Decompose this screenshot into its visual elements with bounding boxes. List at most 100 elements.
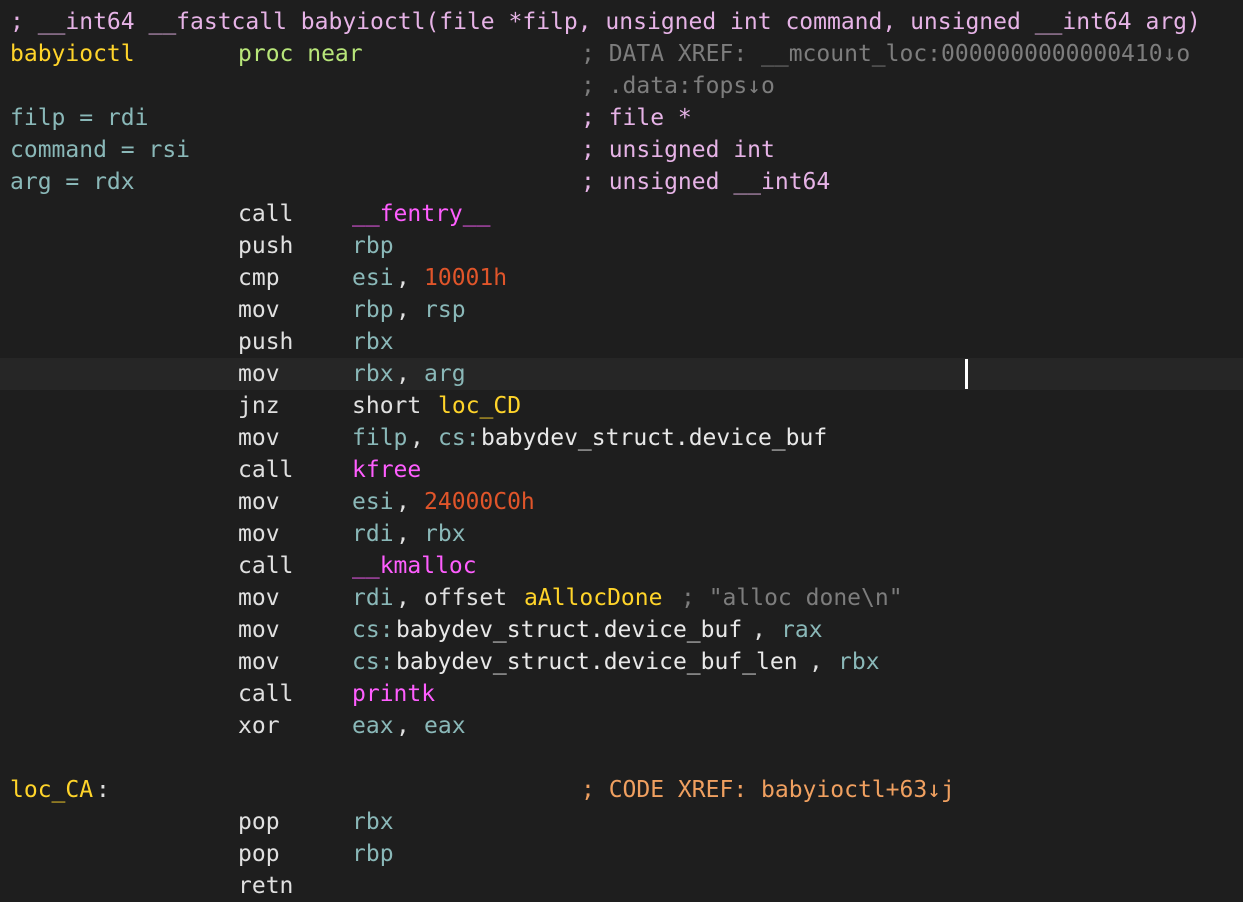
register-operand[interactable]: rsp — [424, 294, 466, 326]
listing-line[interactable]: xor eax, eax — [0, 710, 1243, 742]
listing-line[interactable]: call __kmalloc — [0, 550, 1243, 582]
listing-line[interactable]: arg = rdx ; unsigned __int64 — [0, 166, 1243, 198]
operand-separator: , — [396, 265, 424, 291]
instruction-mnemonic: mov — [238, 489, 280, 515]
register-operand[interactable]: rbx — [838, 646, 880, 678]
immediate-operand[interactable]: 24000C0h — [424, 486, 535, 518]
listing-line[interactable]: ; __int64 __fastcall babyioctl(file *fil… — [0, 6, 1243, 38]
blank-line[interactable] — [0, 742, 1243, 774]
listing-line[interactable]: command = rsi ; unsigned int — [0, 134, 1243, 166]
register-operand[interactable]: rbx — [352, 806, 394, 838]
listing-line[interactable]: mov rdi, offset aAllocDone ; "alloc done\n" — [0, 582, 1243, 614]
variable-operand[interactable]: filp — [352, 422, 407, 454]
xref-comment[interactable]: ; DATA XREF: __mcount_loc:00000000000004… — [581, 38, 1190, 70]
operand-separator: , — [396, 713, 424, 739]
register-operand[interactable]: rbx — [424, 518, 466, 550]
code-xref-comment[interactable]: ; CODE XREF: babyioctl+63↓j — [581, 774, 955, 806]
xref-comment[interactable]: ; .data:fops↓o — [581, 70, 775, 102]
call-target[interactable]: kfree — [352, 454, 421, 486]
register-operand[interactable]: rdi — [352, 518, 394, 550]
instruction-mnemonic: call — [238, 681, 294, 707]
listing-line[interactable]: ; .data:fops↓o — [0, 70, 1243, 102]
string-symbol-operand[interactable]: aAllocDone — [524, 582, 662, 614]
listing-line[interactable]: call printk — [0, 678, 1243, 710]
listing-line[interactable]: call __fentry__ — [0, 198, 1243, 230]
listing-line[interactable]: filp = rdi ; file * — [0, 102, 1243, 134]
instruction-mnemonic: xor — [238, 713, 280, 739]
register-operand[interactable]: rdi — [352, 582, 394, 614]
function-prototype-comment: ; __int64 __fastcall babyioctl(file *fil… — [10, 9, 1201, 35]
listing-line[interactable]: mov rdi, rbx — [0, 518, 1243, 550]
listing-line[interactable]: mov cs: babydev_struct.device_buf_len, rbx — [0, 646, 1243, 678]
type-comment: ; file * — [581, 105, 692, 131]
listing-line[interactable]: pop rbp — [0, 838, 1243, 870]
location-label[interactable]: loc_CA — [10, 774, 93, 806]
memory-operand[interactable]: babydev_struct.device_buf_len — [396, 646, 798, 678]
instruction-mnemonic: mov — [238, 297, 280, 323]
instruction-mnemonic: mov — [238, 425, 280, 451]
instruction-mnemonic: mov — [238, 585, 280, 611]
register-operand[interactable]: eax — [424, 710, 466, 742]
register-operand[interactable]: rbp — [352, 230, 394, 262]
function-name-label[interactable]: babyioctl — [10, 38, 135, 70]
listing-line[interactable]: mov cs: babydev_struct.device_buf, rax — [0, 614, 1243, 646]
operand-separator: , — [396, 521, 424, 547]
register-operand[interactable]: rax — [781, 614, 823, 646]
instruction-mnemonic: mov — [238, 521, 280, 547]
listing-line[interactable]: retn — [0, 870, 1243, 902]
instruction-mnemonic: call — [238, 457, 294, 483]
arg-var-definition[interactable]: filp = rdi — [10, 102, 148, 134]
register-operand[interactable]: rbx — [352, 326, 394, 358]
jump-target-label[interactable]: loc_CD — [438, 390, 521, 422]
listing-line[interactable]: mov esi, 24000C0h — [0, 486, 1243, 518]
listing-line[interactable]: mov rbx, arg — [0, 358, 1243, 390]
operand-separator: , — [752, 617, 780, 643]
disassembly-view[interactable]: ; __int64 __fastcall babyioctl(file *fil… — [0, 0, 1243, 902]
listing-line[interactable]: jnz short loc_CD — [0, 390, 1243, 422]
proc-directive: proc near — [238, 41, 363, 67]
listing-line[interactable]: mov rbp, rsp — [0, 294, 1243, 326]
listing-line[interactable]: cmp esi, 10001h — [0, 262, 1243, 294]
text-cursor — [965, 359, 968, 389]
operand-separator: , — [396, 361, 424, 387]
instruction-mnemonic: pop — [238, 809, 280, 835]
call-target[interactable]: printk — [352, 678, 435, 710]
call-target[interactable]: __fentry__ — [352, 198, 490, 230]
listing-line[interactable]: call kfree — [0, 454, 1243, 486]
instruction-mnemonic: mov — [238, 617, 280, 643]
arg-var-definition[interactable]: arg = rdx — [10, 166, 135, 198]
call-target[interactable]: __kmalloc — [352, 550, 477, 582]
operand-separator: , — [396, 585, 424, 611]
immediate-operand[interactable]: 10001h — [424, 262, 507, 294]
register-operand[interactable]: esi — [352, 262, 394, 294]
register-operand[interactable]: rbx — [352, 358, 394, 390]
type-comment: ; unsigned int — [581, 137, 775, 163]
instruction-mnemonic: call — [238, 553, 294, 579]
memory-operand[interactable]: babydev_struct.device_buf — [396, 614, 742, 646]
offset-keyword: offset — [424, 585, 508, 611]
memory-operand[interactable]: babydev_struct.device_buf — [481, 422, 827, 454]
register-operand[interactable]: rbp — [352, 294, 394, 326]
listing-line[interactable]: babyioctl proc near ; DATA XREF: __mcount_… — [0, 38, 1243, 70]
listing-line[interactable]: pop rbx — [0, 806, 1243, 838]
register-operand[interactable]: esi — [352, 486, 394, 518]
listing-line[interactable]: loc_CA: ; CODE XREF: babyioctl+63↓j — [0, 774, 1243, 806]
instruction-mnemonic: call — [238, 201, 294, 227]
segment-prefix: cs: — [352, 617, 394, 643]
instruction-mnemonic: push — [238, 329, 294, 355]
arg-var-definition[interactable]: command = rsi — [10, 134, 190, 166]
instruction-mnemonic: jnz — [238, 393, 280, 419]
operand-separator: , — [809, 649, 837, 675]
register-operand[interactable]: eax — [352, 710, 394, 742]
segment-prefix: cs: — [352, 649, 394, 675]
listing-line[interactable]: push rbp — [0, 230, 1243, 262]
instruction-mnemonic: retn — [238, 873, 294, 899]
variable-operand[interactable]: arg — [424, 358, 466, 390]
operand-separator: , — [410, 425, 438, 451]
operand-separator: , — [396, 489, 424, 515]
listing-line[interactable]: mov filp, cs: babydev_struct.device_buf — [0, 422, 1243, 454]
register-operand[interactable]: rbp — [352, 838, 394, 870]
instruction-mnemonic: push — [238, 233, 294, 259]
listing-line[interactable]: push rbx — [0, 326, 1243, 358]
instruction-mnemonic: mov — [238, 361, 280, 387]
